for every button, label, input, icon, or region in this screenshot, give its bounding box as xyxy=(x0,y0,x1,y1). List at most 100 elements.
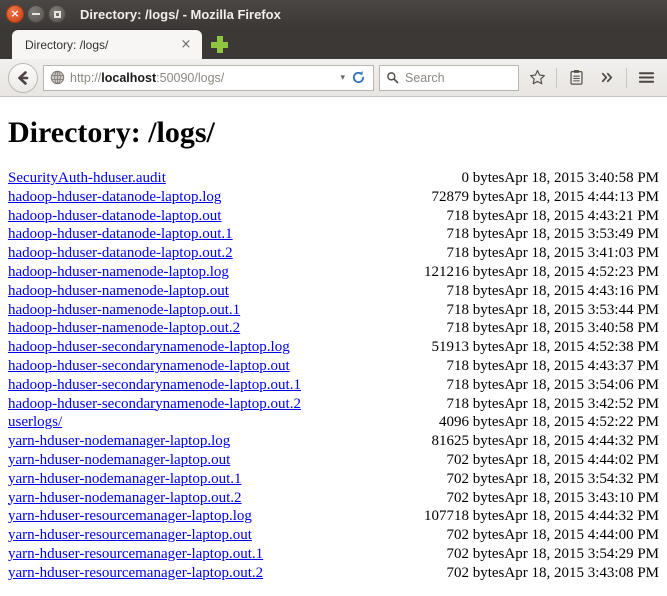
file-date-cell: Apr 18, 2015 4:43:21 PM xyxy=(504,207,659,224)
file-link[interactable]: yarn-hduser-resourcemanager-laptop.out xyxy=(8,527,252,543)
file-date-cell: Apr 18, 2015 4:44:32 PM xyxy=(504,433,659,450)
file-link[interactable]: yarn-hduser-nodemanager-laptop.out.1 xyxy=(8,471,241,487)
file-name-cell: hadoop-hduser-datanode-laptop.out xyxy=(8,207,401,226)
file-date-cell: Apr 18, 2015 4:52:23 PM xyxy=(504,263,659,280)
table-row: yarn-hduser-nodemanager-laptop.out.1 702… xyxy=(8,470,659,489)
file-link[interactable]: hadoop-hduser-datanode-laptop.out.1 xyxy=(8,226,233,242)
file-size-cell: 72879 bytes xyxy=(431,188,505,205)
file-link[interactable]: hadoop-hduser-datanode-laptop.out.2 xyxy=(8,245,233,261)
file-name-cell: yarn-hduser-resourcemanager-laptop.out xyxy=(8,526,401,545)
file-name-cell: yarn-hduser-nodemanager-laptop.log xyxy=(8,432,401,451)
file-name-cell: yarn-hduser-nodemanager-laptop.out.2 xyxy=(8,489,401,508)
url-scheme: http:// xyxy=(70,70,102,85)
file-link[interactable]: hadoop-hduser-secondarynamenode-laptop.o… xyxy=(8,396,301,412)
hamburger-icon xyxy=(638,72,654,83)
file-name-cell: yarn-hduser-nodemanager-laptop.out xyxy=(8,451,401,470)
file-name-cell: hadoop-hduser-secondarynamenode-laptop.o… xyxy=(8,357,401,376)
file-date-cell: Apr 18, 2015 3:53:49 PM xyxy=(504,226,659,243)
table-row: yarn-hduser-resourcemanager-laptop.out.2… xyxy=(8,564,659,583)
file-link[interactable]: hadoop-hduser-namenode-laptop.out.2 xyxy=(8,320,240,336)
table-row: yarn-hduser-resourcemanager-laptop.log 1… xyxy=(8,507,659,526)
tab-directory-logs[interactable]: Directory: /logs/ × xyxy=(12,30,202,59)
file-link[interactable]: hadoop-hduser-secondarynamenode-laptop.l… xyxy=(8,339,290,355)
file-size-cell: 718 bytes xyxy=(446,226,505,243)
file-link[interactable]: hadoop-hduser-namenode-laptop.out xyxy=(8,283,229,299)
chevron-down-icon[interactable]: ▾ xyxy=(334,73,351,83)
file-date-cell: Apr 18, 2015 3:53:44 PM xyxy=(504,301,659,318)
browser-window: × Directory: /logs/ - Mozilla Firefox Di… xyxy=(0,0,667,596)
navigation-toolbar: http://localhost:50090/logs/ ▾ Search xyxy=(0,59,667,97)
file-date-cell: Apr 18, 2015 4:52:38 PM xyxy=(504,339,659,356)
file-size-cell: 718 bytes xyxy=(446,282,505,299)
search-box[interactable]: Search xyxy=(379,64,519,91)
file-date-cell: Apr 18, 2015 4:44:00 PM xyxy=(504,527,659,544)
back-button[interactable] xyxy=(8,62,38,93)
star-icon xyxy=(529,69,545,85)
file-link[interactable]: hadoop-hduser-secondarynamenode-laptop.o… xyxy=(8,358,290,374)
file-name-cell: hadoop-hduser-secondarynamenode-laptop.o… xyxy=(8,376,401,395)
file-size-cell: 718 bytes xyxy=(446,207,505,224)
file-date-cell: Apr 18, 2015 3:40:58 PM xyxy=(504,170,659,186)
table-row: yarn-hduser-nodemanager-laptop.out 702 b… xyxy=(8,451,659,470)
file-size-cell: 718 bytes xyxy=(446,357,505,374)
file-name-cell: hadoop-hduser-namenode-laptop.out.1 xyxy=(8,301,401,320)
file-date-cell: Apr 18, 2015 3:43:10 PM xyxy=(504,489,659,506)
file-date-cell: Apr 18, 2015 3:54:29 PM xyxy=(504,545,659,562)
table-row: yarn-hduser-resourcemanager-laptop.out.1… xyxy=(8,545,659,564)
window-title: Directory: /logs/ - Mozilla Firefox xyxy=(80,6,281,22)
file-name-cell: hadoop-hduser-datanode-laptop.out.2 xyxy=(8,244,401,263)
file-size-cell: 702 bytes xyxy=(446,470,505,487)
file-link[interactable]: yarn-hduser-resourcemanager-laptop.log xyxy=(8,508,252,524)
file-link[interactable]: yarn-hduser-resourcemanager-laptop.out.1 xyxy=(8,546,263,562)
file-link[interactable]: hadoop-hduser-namenode-laptop.log xyxy=(8,264,229,280)
search-placeholder: Search xyxy=(405,70,445,85)
app-menu-button[interactable] xyxy=(633,64,659,92)
file-link[interactable]: hadoop-hduser-namenode-laptop.out.1 xyxy=(8,302,240,318)
file-link[interactable]: yarn-hduser-nodemanager-laptop.log xyxy=(8,433,230,449)
table-row: hadoop-hduser-datanode-laptop.log 72879 … xyxy=(8,188,659,207)
reading-list-button[interactable] xyxy=(563,64,589,92)
file-name-cell: SecurityAuth-hduser.audit xyxy=(8,169,401,188)
reload-button[interactable] xyxy=(351,70,368,85)
file-name-cell: hadoop-hduser-datanode-laptop.log xyxy=(8,188,401,207)
file-size-cell: 0 bytes xyxy=(461,170,505,186)
file-link[interactable]: hadoop-hduser-secondarynamenode-laptop.o… xyxy=(8,377,301,393)
bookmark-button[interactable] xyxy=(524,64,550,92)
overflow-menu-button[interactable] xyxy=(594,64,620,92)
url-host: localhost xyxy=(101,70,157,85)
file-link[interactable]: SecurityAuth-hduser.audit xyxy=(8,170,166,186)
search-icon xyxy=(387,72,399,84)
file-date-cell: Apr 18, 2015 3:54:32 PM xyxy=(504,470,659,487)
file-link[interactable]: userlogs/ xyxy=(8,414,62,430)
file-size-cell: 702 bytes xyxy=(446,489,505,506)
tab-label: Directory: /logs/ xyxy=(25,37,109,52)
chevron-double-right-icon xyxy=(601,72,612,83)
file-name-cell: hadoop-hduser-secondarynamenode-laptop.o… xyxy=(8,395,401,414)
window-maximize-button[interactable] xyxy=(48,5,66,23)
file-date-cell: Apr 18, 2015 4:44:32 PM xyxy=(504,508,659,525)
new-tab-button[interactable] xyxy=(204,30,234,59)
file-link[interactable]: hadoop-hduser-datanode-laptop.log xyxy=(8,189,221,205)
globe-icon xyxy=(50,70,65,85)
file-name-cell: hadoop-hduser-namenode-laptop.log xyxy=(8,263,401,282)
file-name-cell: hadoop-hduser-secondarynamenode-laptop.l… xyxy=(8,338,401,357)
window-close-button[interactable]: × xyxy=(6,5,24,23)
file-link[interactable]: yarn-hduser-nodemanager-laptop.out.2 xyxy=(8,490,241,506)
file-date-cell: Apr 18, 2015 4:52:22 PM xyxy=(504,414,659,431)
file-link[interactable]: hadoop-hduser-datanode-laptop.out xyxy=(8,208,221,224)
page-title: Directory: /logs/ xyxy=(8,116,215,149)
file-date-cell: Apr 18, 2015 3:40:58 PM xyxy=(504,320,659,337)
file-link[interactable]: yarn-hduser-resourcemanager-laptop.out.2 xyxy=(8,565,263,581)
tab-strip: Directory: /logs/ × xyxy=(0,28,667,59)
window-minimize-button[interactable] xyxy=(27,5,45,23)
file-name-cell: userlogs/ xyxy=(8,413,401,432)
table-row: yarn-hduser-resourcemanager-laptop.out 7… xyxy=(8,526,659,545)
file-link[interactable]: yarn-hduser-nodemanager-laptop.out xyxy=(8,452,230,468)
address-bar[interactable]: http://localhost:50090/logs/ ▾ xyxy=(43,64,374,91)
reload-icon xyxy=(352,71,365,83)
file-size-cell: 121216 bytes xyxy=(423,263,505,280)
table-row: hadoop-hduser-datanode-laptop.out 718 by… xyxy=(8,207,659,226)
tab-close-icon[interactable]: × xyxy=(178,37,194,53)
file-size-cell: 718 bytes xyxy=(446,301,505,318)
table-row: hadoop-hduser-namenode-laptop.out 718 by… xyxy=(8,282,659,301)
